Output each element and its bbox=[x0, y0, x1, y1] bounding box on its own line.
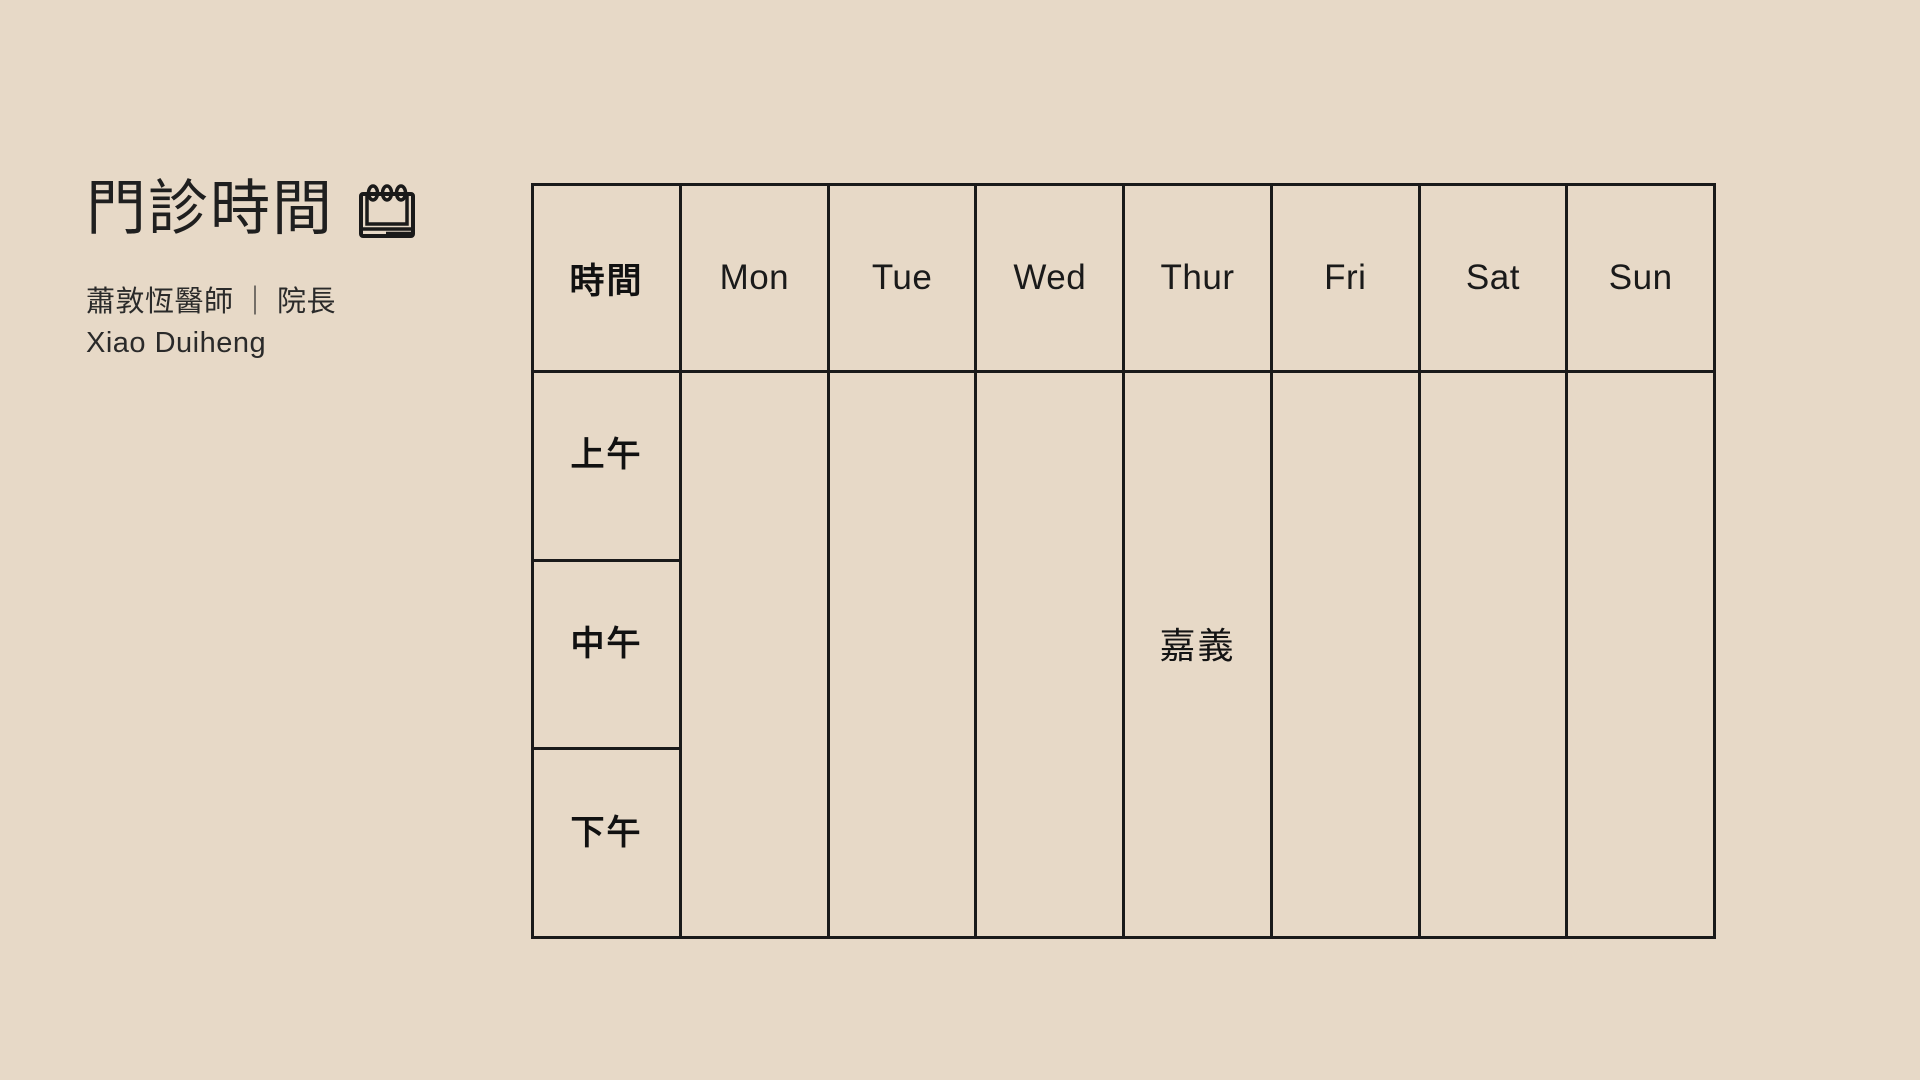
day-header-fri-label: Fri bbox=[1324, 258, 1367, 297]
name-role-separator: ｜ bbox=[240, 286, 271, 318]
slot-wed-afternoon[interactable] bbox=[977, 748, 1122, 936]
clinic-info-panel: 門診時間 蕭敦恆醫師｜院長 Xiao Duiheng bbox=[86, 170, 506, 364]
notepad-calendar-icon bbox=[359, 184, 415, 238]
slot-fri-noon[interactable] bbox=[1273, 561, 1418, 749]
day-header-sun-label: Sun bbox=[1608, 258, 1673, 297]
slot-wed-morning[interactable] bbox=[977, 373, 1122, 561]
day-column-mon: Mon bbox=[682, 186, 830, 936]
day-body-thur: 嘉義 bbox=[1125, 373, 1270, 936]
day-body-sun bbox=[1568, 373, 1713, 936]
day-column-sat: Sat bbox=[1420, 186, 1569, 936]
day-body-mon bbox=[682, 373, 827, 936]
day-header-sat: Sat bbox=[1420, 186, 1566, 373]
slot-mon-morning[interactable] bbox=[682, 373, 827, 561]
slot-wed-noon[interactable] bbox=[977, 561, 1122, 749]
slot-fri-morning[interactable] bbox=[1273, 373, 1418, 561]
day-body-sat bbox=[1421, 373, 1566, 936]
row-label-noon-text: 中午 bbox=[570, 625, 643, 663]
slot-thur-morning[interactable] bbox=[1125, 373, 1270, 561]
slot-tue-noon[interactable] bbox=[830, 561, 975, 749]
doctor-name: 蕭敦恆醫師 bbox=[86, 286, 234, 318]
doctor-name-romanized: Xiao Duiheng bbox=[86, 327, 267, 360]
slot-sun-morning[interactable] bbox=[1568, 373, 1713, 561]
slot-mon-noon[interactable] bbox=[682, 561, 827, 749]
day-header-wed-label: Wed bbox=[1013, 258, 1087, 297]
day-header-mon: Mon bbox=[682, 186, 827, 373]
day-header-mon-label: Mon bbox=[719, 258, 790, 297]
slot-thur-noon[interactable]: 嘉義 bbox=[1125, 561, 1270, 749]
day-column-thur: Thur 嘉義 bbox=[1125, 186, 1273, 936]
day-column-tue: Tue bbox=[829, 186, 978, 936]
slot-sun-noon[interactable] bbox=[1568, 561, 1713, 749]
day-columns-group: Mon Tue Wed Thur 嘉義 Fri Sat Sun bbox=[682, 186, 1714, 936]
row-label-afternoon: 下午 bbox=[534, 750, 679, 936]
time-column-header-label: 時間 bbox=[569, 261, 644, 301]
slot-sat-afternoon[interactable] bbox=[1421, 748, 1566, 936]
day-column-fri: Fri bbox=[1272, 186, 1421, 936]
day-body-tue bbox=[830, 373, 975, 936]
day-column-wed: Wed bbox=[977, 186, 1126, 936]
row-label-morning-text: 上午 bbox=[570, 436, 643, 475]
day-header-thur-label: Thur bbox=[1160, 258, 1235, 297]
row-label-morning: 上午 bbox=[534, 373, 679, 562]
day-body-wed bbox=[977, 373, 1122, 936]
doctor-info-block: 蕭敦恆醫師｜院長 Xiao Duiheng bbox=[86, 282, 506, 364]
slot-tue-morning[interactable] bbox=[830, 373, 975, 561]
row-label-afternoon-text: 下午 bbox=[570, 813, 643, 852]
slot-sat-morning[interactable] bbox=[1421, 373, 1566, 561]
slot-fri-afternoon[interactable] bbox=[1273, 748, 1418, 936]
time-label-column: 時間 上午 中午 下午 bbox=[534, 186, 682, 936]
day-header-sat-label: Sat bbox=[1465, 258, 1520, 297]
day-header-thur: Thur bbox=[1125, 186, 1270, 373]
title-row: 門診時間 bbox=[86, 170, 506, 248]
slot-thur-afternoon[interactable] bbox=[1125, 748, 1270, 936]
slot-thur-noon-text: 嘉義 bbox=[1159, 624, 1236, 666]
day-body-fri bbox=[1273, 373, 1418, 936]
time-column-header: 時間 bbox=[534, 186, 679, 373]
day-header-wed: Wed bbox=[977, 186, 1123, 373]
day-column-sun: Sun bbox=[1568, 186, 1714, 936]
page-title: 門診時間 bbox=[86, 175, 334, 242]
clinic-schedule-table: 時間 上午 中午 下午 Mon Tue Wed Thur 嘉義 Fri Sat … bbox=[531, 183, 1716, 939]
slot-sat-noon[interactable] bbox=[1421, 561, 1566, 749]
day-header-sun: Sun bbox=[1568, 186, 1714, 373]
doctor-role: 院長 bbox=[277, 286, 337, 318]
day-header-tue-label: Tue bbox=[871, 258, 933, 297]
day-header-fri: Fri bbox=[1272, 186, 1418, 373]
slot-tue-afternoon[interactable] bbox=[830, 748, 975, 936]
doctor-name-line: 蕭敦恆醫師｜院長 bbox=[86, 282, 506, 323]
slot-mon-afternoon[interactable] bbox=[682, 748, 827, 936]
row-label-noon: 中午 bbox=[534, 562, 679, 751]
day-header-tue: Tue bbox=[829, 186, 975, 373]
slot-sun-afternoon[interactable] bbox=[1568, 748, 1713, 936]
